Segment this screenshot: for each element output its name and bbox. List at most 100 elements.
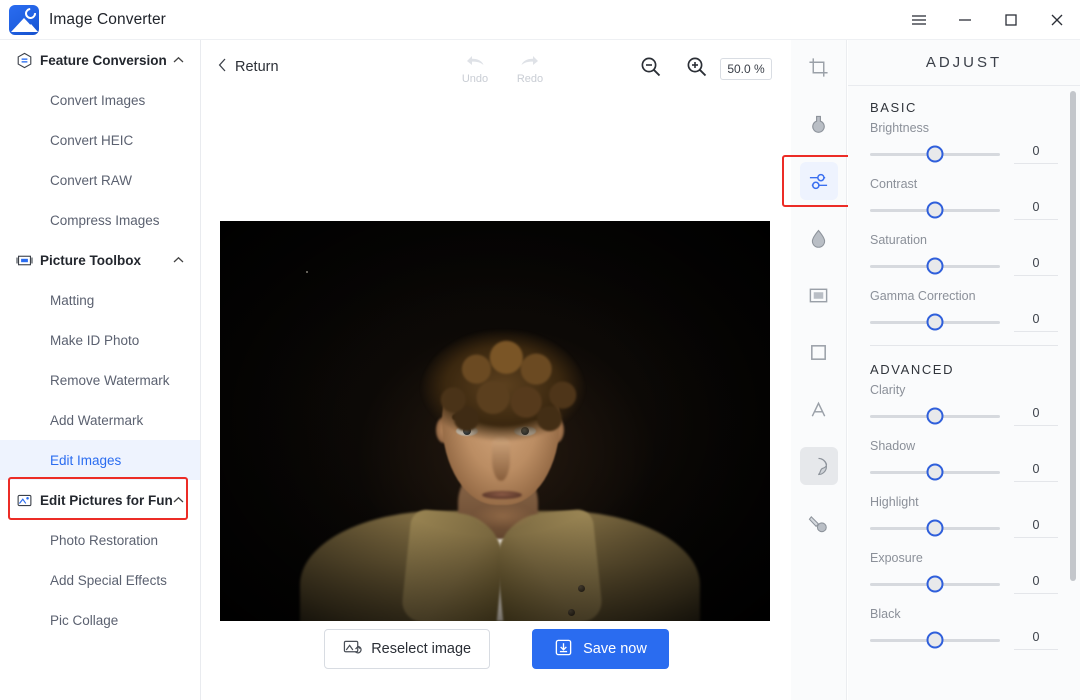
canvas-area (202, 98, 791, 621)
adjust-panel-scrollbar-track[interactable] (1070, 86, 1078, 700)
sidebar: Feature Conversion Convert Images Conver… (0, 40, 201, 700)
control-gamma-correction: Gamma Correction 0 (870, 289, 1058, 332)
sidebar-item-convert-heic[interactable]: Convert HEIC (0, 120, 200, 160)
editor-toolbar: Return Undo Redo 50.0 % (202, 40, 791, 98)
exposure-value[interactable]: 0 (1014, 574, 1058, 594)
maximize-icon[interactable] (988, 0, 1034, 40)
close-icon[interactable] (1034, 0, 1080, 40)
editor-area: Return Undo Redo 50.0 % Reselect image S… (202, 40, 791, 700)
zoom-level-value[interactable]: 50.0 % (720, 58, 772, 80)
undo-button[interactable]: Undo (450, 50, 500, 85)
gamma-correction-value[interactable]: 0 (1014, 312, 1058, 332)
highlight-slider-thumb[interactable] (926, 519, 944, 537)
sidebar-item-label: Convert Images (50, 92, 146, 108)
editor-action-bar: Reselect image Save now (202, 598, 791, 700)
contrast-slider-track[interactable] (870, 201, 1000, 219)
reselect-image-label: Reselect image (371, 641, 472, 657)
preview-image[interactable] (220, 221, 770, 621)
control-label: Highlight (870, 495, 919, 509)
sidebar-group-feature-conversion[interactable]: Feature Conversion (0, 40, 200, 80)
control-brightness: Brightness 0 (870, 121, 1058, 164)
sidebar-item-remove-watermark[interactable]: Remove Watermark (0, 360, 200, 400)
black-slider-track[interactable] (870, 631, 1000, 649)
sidebar-item-edit-images[interactable]: Edit Images (0, 440, 200, 480)
shadow-slider-track[interactable] (870, 463, 1000, 481)
save-now-button[interactable]: Save now (532, 629, 669, 669)
control-contrast: Contrast 0 (870, 177, 1058, 220)
return-button[interactable]: Return (218, 58, 279, 76)
brush-icon[interactable] (800, 504, 838, 542)
chevron-up-icon[interactable] (173, 256, 184, 264)
saturation-slider-track[interactable] (870, 257, 1000, 275)
sidebar-item-pic-collage[interactable]: Pic Collage (0, 600, 200, 640)
contrast-value[interactable]: 0 (1014, 200, 1058, 220)
black-slider-thumb[interactable] (926, 631, 944, 649)
chevron-up-icon[interactable] (173, 56, 184, 64)
save-now-label: Save now (583, 641, 647, 657)
saturation-value[interactable]: 0 (1014, 256, 1058, 276)
flask-icon[interactable] (800, 105, 838, 143)
control-label: Gamma Correction (870, 289, 976, 303)
sidebar-group-picture-toolbox[interactable]: Picture Toolbox (0, 240, 200, 280)
highlight-value[interactable]: 0 (1014, 518, 1058, 538)
highlight-slider-track[interactable] (870, 519, 1000, 537)
sidebar-item-convert-images[interactable]: Convert Images (0, 80, 200, 120)
zoom-in-icon[interactable] (686, 56, 708, 83)
menu-icon[interactable] (896, 0, 942, 40)
sidebar-item-label: Add Special Effects (50, 572, 167, 588)
adjust-sliders-icon[interactable] (799, 162, 838, 200)
sidebar-item-label: Convert RAW (50, 172, 133, 188)
control-label: Clarity (870, 383, 906, 397)
sidebar-item-add-watermark[interactable]: Add Watermark (0, 400, 200, 440)
download-save-icon (554, 638, 573, 661)
brightness-slider-track[interactable] (870, 145, 1000, 163)
redo-button[interactable]: Redo (505, 50, 555, 85)
exposure-slider-thumb[interactable] (926, 575, 944, 593)
gamma-correction-slider-track[interactable] (870, 313, 1000, 331)
clarity-slider-track[interactable] (870, 407, 1000, 425)
saturation-slider-thumb[interactable] (926, 257, 944, 275)
redo-arrow-icon (518, 56, 542, 74)
clarity-value[interactable]: 0 (1014, 406, 1058, 426)
sidebar-item-photo-restoration[interactable]: Photo Restoration (0, 520, 200, 560)
brightness-value[interactable]: 0 (1014, 144, 1058, 164)
clarity-slider-thumb[interactable] (926, 407, 944, 425)
frame-icon[interactable] (800, 276, 838, 314)
sidebar-group-label: Picture Toolbox (40, 252, 142, 268)
sidebar-item-make-id-photo[interactable]: Make ID Photo (0, 320, 200, 360)
sidebar-item-matting[interactable]: Matting (0, 280, 200, 320)
adjust-panel-scrollbar-thumb[interactable] (1070, 91, 1076, 581)
brightness-slider-thumb[interactable] (926, 145, 944, 163)
adjust-panel-title: ADJUST (848, 40, 1080, 86)
border-square-icon[interactable] (800, 333, 838, 371)
adjust-panel: ADJUST BASIC Brightness 0 Contrast 0 Sat… (848, 40, 1080, 700)
sticker-icon[interactable] (799, 447, 838, 485)
edit-pictures-fun-icon (16, 492, 33, 509)
sidebar-item-label: Compress Images (50, 212, 160, 228)
shadow-slider-thumb[interactable] (926, 463, 944, 481)
crop-icon[interactable] (800, 48, 838, 86)
shadow-value[interactable]: 0 (1014, 462, 1058, 482)
sidebar-item-add-special-effects[interactable]: Add Special Effects (0, 560, 200, 600)
adjust-panel-body: BASIC Brightness 0 Contrast 0 Saturation (848, 86, 1080, 700)
control-clarity: Clarity 0 (870, 383, 1058, 426)
section-divider (870, 345, 1058, 346)
minimize-icon[interactable] (942, 0, 988, 40)
control-shadow: Shadow 0 (870, 439, 1058, 482)
contrast-slider-thumb[interactable] (926, 201, 944, 219)
app-window: Image Converter Feature Conversion Conve… (0, 0, 1080, 700)
sidebar-group-edit-pictures-for-fun[interactable]: Edit Pictures for Fun (0, 480, 200, 520)
black-value[interactable]: 0 (1014, 630, 1058, 650)
window-controls (896, 0, 1080, 40)
sidebar-item-convert-raw[interactable]: Convert RAW (0, 160, 200, 200)
sidebar-item-compress-images[interactable]: Compress Images (0, 200, 200, 240)
gamma-correction-slider-thumb[interactable] (926, 313, 944, 331)
redo-label: Redo (516, 73, 544, 85)
zoom-out-icon[interactable] (640, 56, 662, 83)
sidebar-item-label: Remove Watermark (50, 372, 170, 388)
text-a-icon[interactable] (800, 390, 838, 428)
water-drop-icon[interactable] (800, 219, 838, 257)
exposure-slider-track[interactable] (870, 575, 1000, 593)
chevron-up-icon[interactable] (173, 496, 184, 504)
reselect-image-button[interactable]: Reselect image (324, 629, 491, 669)
